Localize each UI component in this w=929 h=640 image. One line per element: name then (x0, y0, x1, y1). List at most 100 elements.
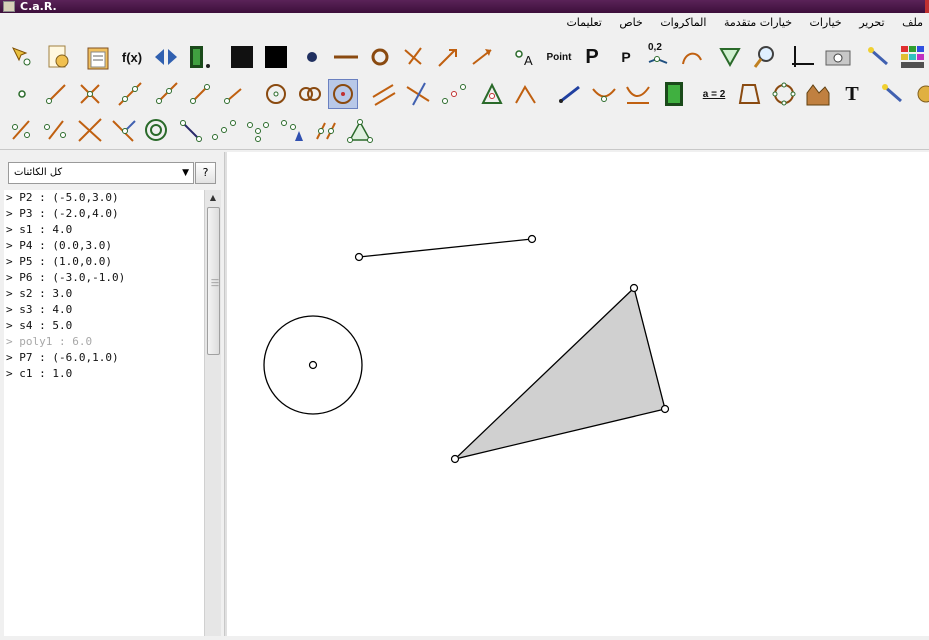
menu-help[interactable]: تعليمات (566, 13, 601, 32)
macro-4-icon[interactable] (110, 116, 138, 144)
macro-1-icon[interactable] (8, 116, 36, 144)
move-tool-icon[interactable] (8, 43, 36, 71)
magic-wand-icon[interactable] (864, 43, 892, 71)
menu-macros[interactable]: الماكروات (660, 13, 706, 32)
window-title: C.a.R. (20, 0, 57, 13)
scroll-up-icon[interactable]: ▲ (205, 190, 221, 206)
camera-icon[interactable] (822, 43, 854, 71)
line-tool-icon[interactable] (116, 80, 144, 108)
object-filter-select[interactable]: كل الكائنات ▼ (8, 162, 194, 184)
menu-advanced-options[interactable]: خيارات متقدمة (724, 13, 792, 32)
fixed-circle-tool-icon[interactable] (328, 79, 358, 109)
polygon-points-icon[interactable] (770, 80, 798, 108)
film-strip-icon[interactable] (660, 80, 688, 108)
triangle-filter-icon[interactable] (716, 43, 744, 71)
close-window-button[interactable] (925, 0, 929, 13)
macro-5-icon[interactable] (142, 116, 170, 144)
menu-edit[interactable]: تحرير (859, 13, 884, 32)
object-list-scrollbar[interactable]: ▲ — — — (204, 190, 221, 636)
function-graph-icon[interactable] (624, 80, 652, 108)
zoom-icon[interactable] (752, 43, 780, 71)
point-p4[interactable] (629, 283, 639, 293)
macro-2-icon[interactable] (42, 116, 70, 144)
curve-point-icon[interactable] (590, 80, 618, 108)
expression-icon[interactable]: a = 2 (698, 80, 730, 108)
reflect-icon[interactable] (152, 43, 180, 71)
list-item[interactable]: > P5 : (1.0,0.0) (4, 254, 204, 270)
list-item[interactable]: > P7 : (-6.0,1.0) (4, 350, 204, 366)
menu-file[interactable]: ملف (902, 13, 923, 32)
decimal-digits-icon[interactable]: 0,2 (644, 42, 672, 71)
black-square-icon[interactable] (228, 43, 256, 71)
list-item[interactable]: > P2 : (-5.0,3.0) (4, 190, 204, 206)
function-tool-icon[interactable]: f(x) (118, 43, 146, 71)
segment-s1[interactable] (358, 238, 533, 258)
black-square-2-icon[interactable] (262, 43, 290, 71)
construction-canvas[interactable] (227, 152, 929, 636)
perpendicular-tool-icon[interactable] (404, 80, 432, 108)
scroll-thumb[interactable]: — — — (207, 207, 220, 355)
line-style-icon[interactable] (332, 43, 360, 71)
point-tool-icon[interactable] (8, 80, 36, 108)
circle-style-icon[interactable] (366, 43, 394, 71)
object-panel: كل الكائنات ▼ ? > P2 : (-5.0,3.0) > P3 :… (0, 152, 224, 636)
list-item[interactable]: > s2 : 3.0 (4, 286, 204, 302)
list-item[interactable]: > s1 : 4.0 (4, 222, 204, 238)
list-item[interactable]: > c1 : 1.0 (4, 366, 204, 382)
list-item[interactable]: > s4 : 5.0 (4, 318, 204, 334)
ray-vector-icon[interactable] (468, 43, 496, 71)
point-p3[interactable] (527, 234, 537, 244)
macro-8-icon[interactable] (244, 116, 272, 144)
circle-tool-icon[interactable] (262, 80, 290, 108)
point-p7[interactable] (308, 360, 318, 370)
vector-icon[interactable] (434, 43, 462, 71)
gear-icon[interactable] (912, 80, 929, 108)
load-macro-icon[interactable] (44, 43, 72, 71)
polygon-poly1[interactable] (452, 286, 666, 461)
color-palette-icon[interactable] (898, 43, 926, 71)
fixed-segment-icon[interactable] (220, 80, 248, 108)
list-item[interactable]: > P4 : (0.0,3.0) (4, 238, 204, 254)
point-p5[interactable] (660, 404, 670, 414)
macro-3-icon[interactable] (76, 116, 104, 144)
area-fill-icon[interactable] (804, 80, 832, 108)
move-point-tool-icon[interactable] (556, 80, 584, 108)
angle-tool-icon[interactable] (512, 80, 540, 108)
text-tool-icon[interactable]: T (838, 80, 866, 108)
macro-6-icon[interactable] (178, 116, 206, 144)
clipboard-icon[interactable] (84, 43, 112, 71)
segment-two-points-icon[interactable] (186, 80, 214, 108)
point-p2[interactable] (354, 252, 364, 262)
midpoint-tool-icon[interactable] (440, 80, 468, 108)
list-item[interactable]: > poly1 : 6.0 (4, 334, 204, 350)
animation-icon[interactable] (186, 43, 214, 71)
macro-10-icon[interactable] (312, 116, 340, 144)
point-label-icon[interactable]: A (510, 43, 538, 71)
polygon-tool-icon[interactable] (736, 80, 764, 108)
arrows-icon[interactable] (400, 43, 428, 71)
axes-icon[interactable] (788, 43, 816, 71)
circle-three-points-icon[interactable] (296, 80, 324, 108)
list-item[interactable]: > s3 : 4.0 (4, 302, 204, 318)
point-name-icon[interactable]: Point (544, 43, 574, 71)
macro-9-icon[interactable] (278, 116, 306, 144)
list-item[interactable]: > P3 : (-2.0,4.0) (4, 206, 204, 222)
segment-tool-icon[interactable] (42, 80, 70, 108)
triangle-points-icon[interactable] (478, 80, 506, 108)
list-item[interactable]: > P6 : (-3.0,-1.0) (4, 270, 204, 286)
point-p6[interactable] (450, 454, 460, 464)
macro-triangle-icon[interactable] (346, 116, 374, 144)
intersection-tool-icon[interactable] (76, 80, 104, 108)
menu-options[interactable]: خيارات (810, 13, 842, 32)
menu-special[interactable]: خاص (619, 13, 642, 32)
angle-style-icon[interactable] (678, 43, 706, 71)
ray-tool-icon[interactable] (152, 80, 180, 108)
wand-2-icon[interactable] (878, 80, 906, 108)
help-button[interactable]: ? (195, 162, 216, 184)
parallel-tool-icon[interactable] (370, 80, 398, 108)
macro-7-icon[interactable] (210, 116, 238, 144)
large-p-icon[interactable]: P (578, 43, 606, 71)
title-bar: C.a.R. (0, 0, 929, 13)
point-style-icon[interactable] (298, 43, 326, 71)
small-p-icon[interactable]: P (612, 43, 640, 71)
